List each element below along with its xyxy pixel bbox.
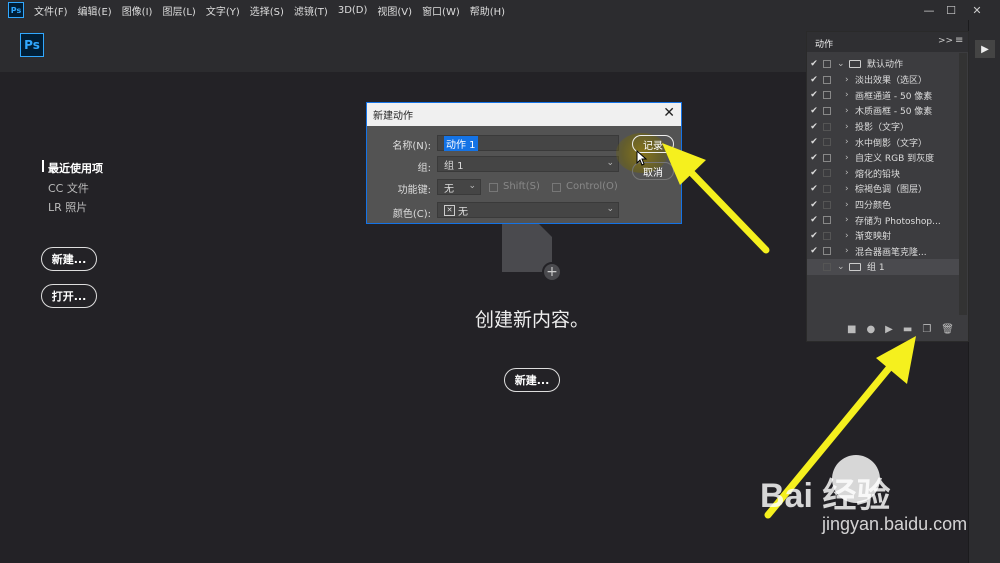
baidu-watermark: Bai 经验: [760, 477, 891, 515]
arrow-to-record-button: [680, 161, 770, 254]
baidu-watermark-url: jingyan.baidu.com: [822, 514, 968, 534]
